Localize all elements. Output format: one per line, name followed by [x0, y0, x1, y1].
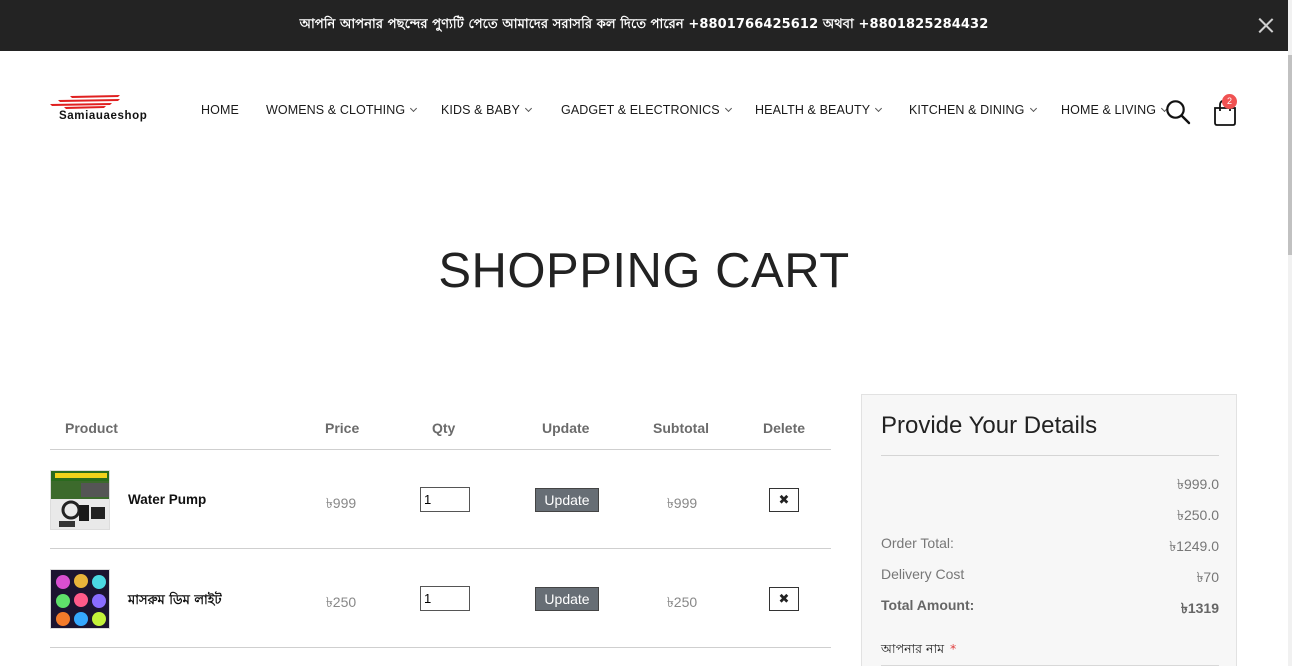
- logo-text: Samiauaeshop: [59, 110, 148, 122]
- nav-item-home-living[interactable]: HOME & LIVING: [1061, 103, 1169, 117]
- header-subtotal: Subtotal: [653, 420, 709, 436]
- order-total-label: Order Total:: [881, 535, 954, 551]
- header-price: Price: [325, 420, 360, 436]
- name-field-label: আপনার নাম *: [881, 641, 956, 661]
- line-item-value: ৳250.0: [1176, 507, 1219, 523]
- nav-label: HEALTH & BEAUTY: [755, 103, 871, 117]
- chevron-down-icon: [875, 104, 883, 113]
- required-mark: *: [950, 641, 957, 656]
- nav-label: KITCHEN & DINING: [909, 103, 1025, 117]
- order-total-value: ৳1249.0: [1169, 538, 1219, 554]
- delivery-cost-value: ৳70: [1196, 569, 1219, 585]
- nav-item-health-beauty[interactable]: HEALTH & BEAUTY: [755, 103, 883, 117]
- water-pump-image: [51, 471, 109, 529]
- nav-label: KIDS & BABY: [441, 103, 520, 117]
- announcement-bar: আপনি আপনার পছন্দের পুণ্যটি পেতে আমাদের স…: [0, 0, 1288, 51]
- nav-item-home[interactable]: HOME: [201, 103, 239, 117]
- name-label-text: আপনার নাম: [881, 641, 945, 656]
- mushroom-light-image: [51, 570, 109, 628]
- nav-label: HOME: [201, 103, 239, 117]
- product-subtotal: ৳999: [666, 495, 698, 511]
- divider: [50, 647, 831, 648]
- nav-label: HOME & LIVING: [1061, 103, 1157, 117]
- details-title: Provide Your Details: [881, 412, 1098, 439]
- product-name[interactable]: মাসরুম ডিম লাইট: [128, 591, 222, 612]
- search-icon[interactable]: [1165, 99, 1191, 125]
- nav-label: GADGET & ELECTRONICS: [561, 103, 720, 117]
- product-name[interactable]: Water Pump: [128, 492, 206, 507]
- nav-item-gadget-electronics[interactable]: GADGET & ELECTRONICS: [561, 103, 732, 117]
- nav-label: WOMENS & CLOTHING: [266, 103, 406, 117]
- header-qty: Qty: [432, 420, 456, 436]
- logo[interactable]: Samiauaeshop: [50, 95, 160, 127]
- update-button[interactable]: Update: [535, 587, 599, 611]
- product-subtotal: ৳250: [666, 594, 698, 610]
- total-amount-label: Total Amount:: [881, 597, 975, 613]
- update-button[interactable]: Update: [535, 488, 599, 512]
- details-panel: Provide Your Details ৳999.0 ৳250.0 Order…: [861, 394, 1237, 666]
- scrollbar-thumb[interactable]: [1288, 55, 1292, 255]
- quantity-input[interactable]: [420, 586, 470, 611]
- header-product: Product: [65, 420, 118, 436]
- chevron-down-icon: [1029, 104, 1037, 113]
- product-price: ৳999: [325, 495, 357, 511]
- nav-item-kitchen-dining[interactable]: KITCHEN & DINING: [909, 103, 1037, 117]
- divider: [881, 455, 1219, 456]
- delete-icon[interactable]: ✖: [769, 488, 799, 512]
- product-price: ৳250: [325, 594, 357, 610]
- header-update: Update: [542, 420, 590, 436]
- logo-speed-lines-icon: [50, 95, 120, 109]
- product-thumbnail[interactable]: [50, 569, 110, 629]
- announcement-text: আপনি আপনার পছন্দের পুণ্যটি পেতে আমাদের স…: [299, 17, 989, 32]
- delivery-cost-label: Delivery Cost: [881, 566, 965, 582]
- product-thumbnail[interactable]: [50, 470, 110, 530]
- close-icon[interactable]: [1258, 17, 1274, 33]
- total-amount-value: ৳1319: [1180, 600, 1219, 616]
- header-delete: Delete: [763, 420, 806, 436]
- page-title: SHOPPING CART: [438, 244, 850, 298]
- chevron-down-icon: [524, 104, 532, 113]
- nav-item-womens-clothing[interactable]: WOMENS & CLOTHING: [266, 103, 418, 117]
- cart-count-badge: 2: [1222, 94, 1237, 109]
- line-item-value: ৳999.0: [1176, 476, 1219, 492]
- chevron-down-icon: [410, 104, 418, 113]
- delete-icon[interactable]: ✖: [769, 587, 799, 611]
- nav-item-kids-baby[interactable]: KIDS & BABY: [441, 103, 532, 117]
- site-header: Samiauaeshop HOME WOMENS & CLOTHING KIDS…: [0, 51, 1288, 171]
- quantity-input[interactable]: [420, 487, 470, 512]
- chevron-down-icon: [724, 104, 732, 113]
- cart-row: মাসরুম ডিম লাইট ৳250 Update ৳250 ✖: [50, 549, 831, 648]
- cart-row: Water Pump ৳999 Update ৳999 ✖: [50, 450, 831, 549]
- scrollbar[interactable]: [1288, 0, 1292, 666]
